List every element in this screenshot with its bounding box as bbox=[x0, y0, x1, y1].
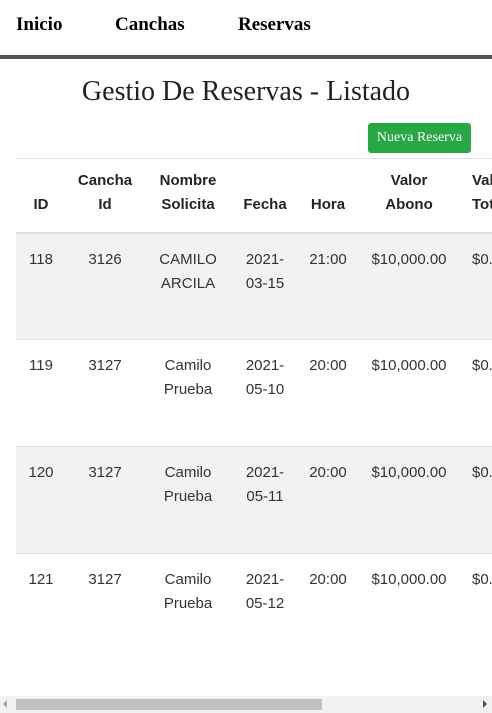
scrollbar-thumb[interactable] bbox=[16, 699, 322, 710]
scroll-right-arrow-icon[interactable] bbox=[483, 700, 487, 708]
header-valor-total: Val Tot bbox=[472, 171, 492, 213]
cell-hora: 20:00 bbox=[309, 464, 347, 481]
table-row: 119 3127 Camilo Prueba 2021- 05-10 20:00 $… bbox=[16, 339, 492, 447]
nav-link-inicio[interactable]: Inicio bbox=[16, 14, 62, 36]
cell-abono: $10,000.00 bbox=[371, 250, 447, 268]
cell-total: $0. bbox=[472, 571, 492, 588]
table-row: 121 3127 Camilo Prueba 2021- 05-12 20:00 $… bbox=[16, 553, 492, 661]
cell-total: $0. bbox=[472, 357, 492, 374]
new-reservation-button[interactable]: Nueva Reserva bbox=[368, 123, 471, 153]
table-header-row: ID Cancha Id Nombre Solicita Fecha Hora Va… bbox=[16, 158, 492, 233]
header-fecha: Fecha bbox=[243, 195, 287, 213]
page-title: Gestio De Reservas - Listado bbox=[81, 76, 411, 107]
cell-nombre: Camilo Prueba bbox=[163, 571, 213, 612]
cell-id: 121 bbox=[28, 571, 54, 588]
cell-total: $0. bbox=[472, 464, 492, 481]
cell-fecha: 2021- 05-12 bbox=[245, 571, 285, 612]
cell-nombre: Camilo Prueba bbox=[163, 464, 213, 505]
horizontal-scrollbar[interactable] bbox=[0, 696, 492, 713]
header-hora: Hora bbox=[310, 195, 346, 213]
cell-id: 118 bbox=[29, 250, 53, 268]
cell-cancha: 3127 bbox=[88, 464, 122, 481]
cell-cancha: 3127 bbox=[88, 571, 122, 588]
cell-fecha: 2021- 05-11 bbox=[245, 464, 285, 505]
nav-divider bbox=[0, 55, 492, 59]
table-row: 120 3127 Camilo Prueba 2021- 05-11 20:00 $… bbox=[16, 446, 492, 554]
cell-id: 119 bbox=[29, 357, 53, 374]
cell-nombre: Camilo Prueba bbox=[163, 357, 213, 398]
cell-fecha: 2021- 05-10 bbox=[245, 357, 285, 398]
cell-hora: 20:00 bbox=[309, 571, 347, 588]
cell-hora: 20:00 bbox=[309, 357, 347, 374]
cell-cancha: 3126 bbox=[88, 250, 122, 268]
cell-cancha: 3127 bbox=[88, 357, 122, 374]
header-id: ID bbox=[33, 195, 49, 213]
cell-abono: $10,000.00 bbox=[371, 357, 447, 374]
nav-link-canchas[interactable]: Canchas bbox=[115, 14, 185, 36]
reservations-table-container: ID Cancha Id Nombre Solicita Fecha Hora Va… bbox=[16, 158, 492, 694]
scroll-left-arrow-icon[interactable] bbox=[3, 700, 7, 708]
top-nav: Inicio Canchas Reservas bbox=[0, 0, 492, 56]
nav-link-reservas[interactable]: Reservas bbox=[238, 14, 311, 36]
table-row: 118 3126 CAMILO ARCILA 2021- 03-15 21:00 $… bbox=[16, 232, 492, 340]
cell-id: 120 bbox=[28, 464, 54, 481]
reservations-table: ID Cancha Id Nombre Solicita Fecha Hora Va… bbox=[16, 158, 492, 661]
cell-abono: $10,000.00 bbox=[371, 464, 447, 481]
header-cancha-id: Cancha Id bbox=[77, 171, 133, 213]
header-nombre-solicita: Nombre Solicita bbox=[159, 171, 217, 213]
cell-hora: 21:00 bbox=[309, 250, 347, 268]
cell-fecha: 2021- 03-15 bbox=[245, 250, 285, 292]
cell-nombre: CAMILO ARCILA bbox=[159, 250, 217, 292]
cell-total: $0. bbox=[472, 250, 492, 268]
header-valor-abono: Valor Abono bbox=[385, 171, 433, 213]
cell-abono: $10,000.00 bbox=[371, 571, 447, 588]
